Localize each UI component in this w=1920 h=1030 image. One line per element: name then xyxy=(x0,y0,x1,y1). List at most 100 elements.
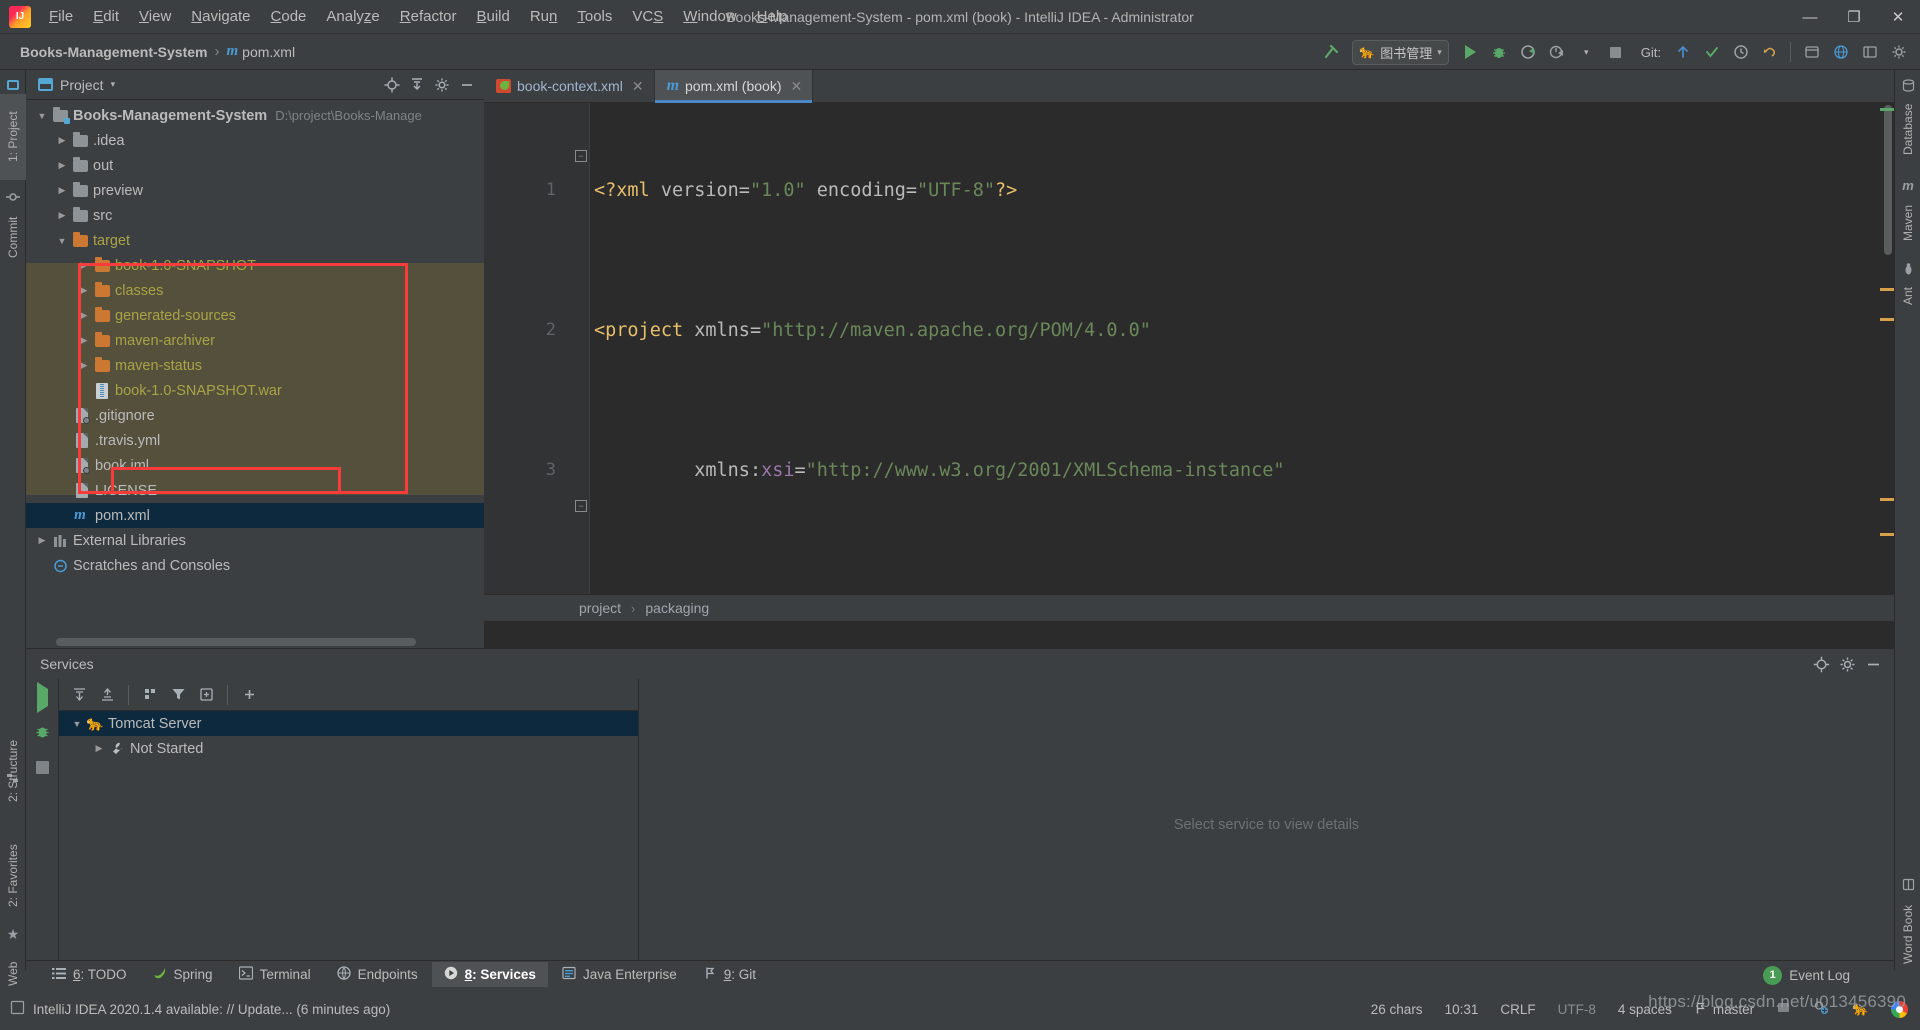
bottom-tab-services[interactable]: 8: Services xyxy=(431,962,548,987)
menu-code[interactable]: Code xyxy=(261,5,317,28)
event-log-button[interactable]: 1 Event Log xyxy=(1755,962,1858,988)
project-tree[interactable]: ▼ Books-Management-System D:\project\Boo… xyxy=(26,100,484,648)
run-button[interactable] xyxy=(1457,39,1484,66)
menu-tools[interactable]: Tools xyxy=(567,5,622,28)
tree-row-scratches[interactable]: Scratches and Consoles xyxy=(26,553,484,578)
tree-row-out[interactable]: ▶ out xyxy=(26,153,484,178)
bottom-tab-terminal[interactable]: Terminal xyxy=(227,962,323,987)
code-editor[interactable]: 1 <?xml version="1.0" encoding="UTF-8"?> … xyxy=(484,103,1894,621)
status-indent[interactable]: 4 spaces xyxy=(1618,1002,1672,1017)
chevron-down-icon[interactable]: ▼ xyxy=(54,236,70,246)
close-icon[interactable]: ✕ xyxy=(790,78,802,95)
menu-bar[interactable]: File Edit View Navigate Code Analyze Ref… xyxy=(39,0,798,34)
services-row-not-started[interactable]: ▶ Not Started xyxy=(59,736,638,761)
settings-gear-icon[interactable] xyxy=(1885,39,1912,66)
hide-panel-icon[interactable] xyxy=(456,74,478,96)
breadcrumb-project-element[interactable]: project xyxy=(579,600,621,616)
tree-row-maven-archiver[interactable]: ▶ maven-archiver xyxy=(26,328,484,353)
project-settings-gear-icon[interactable] xyxy=(431,74,453,96)
tree-row-preview[interactable]: ▶ preview xyxy=(26,178,484,203)
services-stop-button[interactable] xyxy=(35,761,49,774)
stripe-item-commit[interactable]: Commit xyxy=(0,206,26,268)
tree-row-generated-sources[interactable]: ▶ generated-sources xyxy=(26,303,484,328)
chevron-right-icon[interactable]: ▶ xyxy=(76,285,92,296)
chevron-right-icon[interactable]: ▶ xyxy=(54,135,70,146)
services-toolbar[interactable] xyxy=(59,679,638,711)
fold-marker-project[interactable]: − xyxy=(575,150,587,162)
bottom-tab-java-enterprise[interactable]: Java Enterprise xyxy=(550,962,689,987)
tree-row-war-file[interactable]: book-1.0-SNAPSHOT.war xyxy=(26,378,484,403)
tree-row-license[interactable]: LICENSE xyxy=(26,478,484,503)
menu-vcs[interactable]: VCS xyxy=(622,5,673,28)
menu-refactor[interactable]: Refactor xyxy=(390,5,467,28)
tree-row-book-iml[interactable]: book.iml xyxy=(26,453,484,478)
bottom-tab-spring[interactable]: Spring xyxy=(141,962,225,987)
main-toolbar[interactable]: 🐆 图书管理 ▾ ▾ Git: xyxy=(1317,34,1912,70)
stripe-item-project[interactable]: 1: Project xyxy=(0,94,26,180)
stripe-item-database[interactable]: Database xyxy=(1895,92,1920,166)
status-message[interactable]: IntelliJ IDEA 2020.1.4 available: // Upd… xyxy=(33,1002,390,1017)
menu-build[interactable]: Build xyxy=(466,5,519,28)
editor-tab-book-context[interactable]: book-context.xml ✕ xyxy=(484,70,655,102)
menu-analyze[interactable]: Analyze xyxy=(316,5,389,28)
update-project-icon[interactable] xyxy=(1669,39,1696,66)
chevron-right-icon[interactable]: ▶ xyxy=(34,535,50,546)
chevron-right-icon[interactable]: ▶ xyxy=(54,210,70,221)
editor-tab-bar[interactable]: book-context.xml ✕ m pom.xml (book) ✕ xyxy=(484,70,1894,103)
bottom-tool-tabs[interactable]: 6: TODO Spring Terminal Endpoints 8: Ser… xyxy=(26,960,1894,988)
menu-window[interactable]: Window xyxy=(673,5,746,28)
inspection-settings-icon[interactable] xyxy=(1813,999,1830,1019)
breadcrumb-file[interactable]: pom.xml xyxy=(242,44,295,60)
status-line-separator[interactable]: CRLF xyxy=(1500,1002,1535,1017)
chrome-browser-icon[interactable] xyxy=(1891,1000,1908,1018)
menu-run[interactable]: Run xyxy=(520,5,568,28)
breadcrumb-packaging-element[interactable]: packaging xyxy=(645,600,709,616)
rollback-icon[interactable] xyxy=(1756,39,1783,66)
layout-icon[interactable] xyxy=(1856,39,1883,66)
breadcrumb-project[interactable]: Books-Management-System xyxy=(20,44,208,60)
services-row-tomcat-server[interactable]: ▼ 🐆 Tomcat Server xyxy=(59,711,638,736)
chevron-right-icon[interactable]: ▶ xyxy=(54,160,70,171)
expand-all-icon[interactable] xyxy=(67,683,91,707)
tree-row-external-libraries[interactable]: ▶ External Libraries xyxy=(26,528,484,553)
profiler-dropdown-icon[interactable]: ▾ xyxy=(1573,39,1600,66)
close-button[interactable]: ✕ xyxy=(1876,0,1920,34)
group-by-icon[interactable] xyxy=(138,683,162,707)
run-with-coverage-button[interactable] xyxy=(1515,39,1542,66)
tree-row-src[interactable]: ▶ src xyxy=(26,203,484,228)
history-icon[interactable] xyxy=(1727,39,1754,66)
chevron-down-icon[interactable]: ▼ xyxy=(69,719,85,729)
minimize-button[interactable]: — xyxy=(1788,0,1832,34)
chevron-right-icon[interactable]: ▶ xyxy=(76,360,92,371)
fold-marker-properties[interactable]: − xyxy=(575,500,587,512)
chevron-right-icon[interactable]: ▶ xyxy=(76,260,92,271)
project-horizontal-scrollbar[interactable] xyxy=(56,638,416,646)
services-hide-icon[interactable] xyxy=(1862,653,1884,675)
close-icon[interactable]: ✕ xyxy=(632,78,644,95)
status-encoding[interactable]: UTF-8 xyxy=(1558,1002,1596,1017)
chevron-right-icon[interactable]: ▶ xyxy=(91,743,107,754)
bottom-tab-git[interactable]: 9: Git xyxy=(691,962,768,987)
services-debug-button[interactable] xyxy=(34,723,51,745)
editor-tab-pom-xml[interactable]: m pom.xml (book) ✕ xyxy=(654,70,814,103)
translate-icon[interactable] xyxy=(1827,39,1854,66)
commit-icon[interactable] xyxy=(1698,39,1725,66)
tree-row-travis-yml[interactable]: .travis.yml xyxy=(26,428,484,453)
stripe-item-maven[interactable]: Maven xyxy=(1895,194,1920,252)
stripe-item-structure[interactable]: 2: Structure xyxy=(0,725,26,817)
menu-view[interactable]: View xyxy=(129,5,181,28)
services-tree-column[interactable]: ▼ 🐆 Tomcat Server ▶ Not Started xyxy=(59,679,639,970)
add-service-icon[interactable] xyxy=(237,683,261,707)
editor-vertical-scrollbar[interactable] xyxy=(1884,105,1892,255)
tree-row-target[interactable]: ▼ target xyxy=(26,228,484,253)
tree-row-classes[interactable]: ▶ classes xyxy=(26,278,484,303)
chevron-down-icon[interactable]: ▼ xyxy=(34,111,50,121)
menu-navigate[interactable]: Navigate xyxy=(181,5,260,28)
tree-row-book-snapshot-dir[interactable]: ▶ book-1.0-SNAPSHOT xyxy=(26,253,484,278)
search-everywhere-icon[interactable] xyxy=(1798,39,1825,66)
filter-icon[interactable] xyxy=(166,683,190,707)
chevron-right-icon[interactable]: ▶ xyxy=(76,310,92,321)
debug-button[interactable] xyxy=(1486,39,1513,66)
window-controls[interactable]: — ❐ ✕ xyxy=(1788,0,1920,34)
tree-row-idea[interactable]: ▶ .idea xyxy=(26,128,484,153)
